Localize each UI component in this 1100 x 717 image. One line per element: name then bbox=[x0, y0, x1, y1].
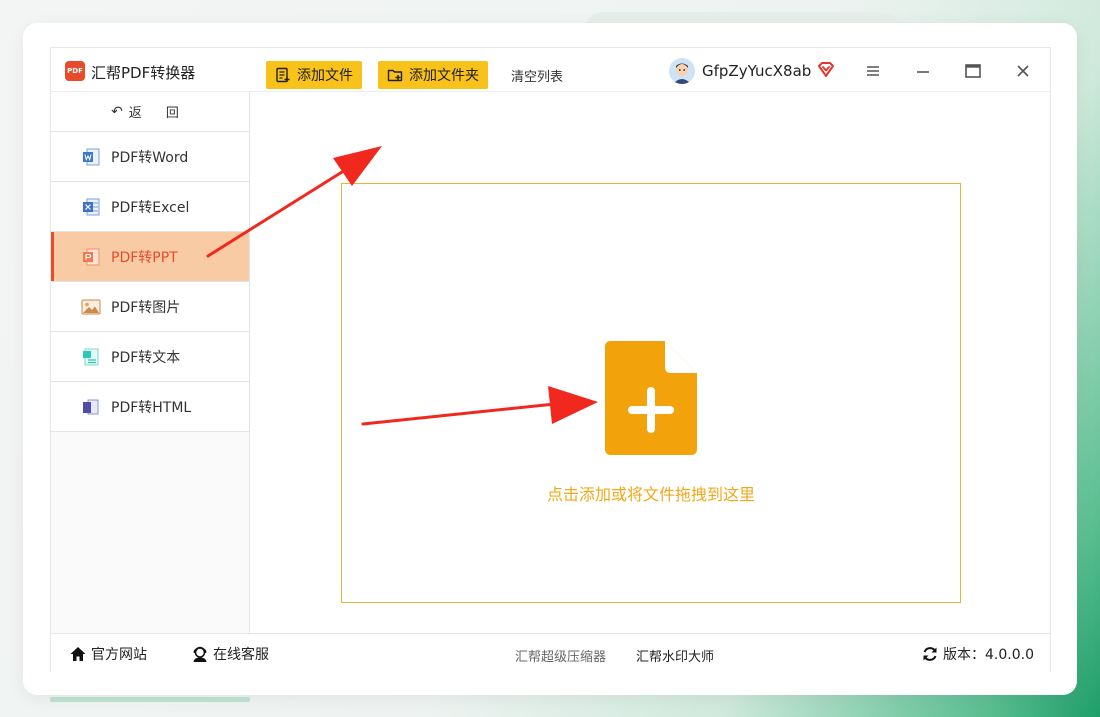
sidebar-item-label: PDF转文本 bbox=[111, 349, 181, 366]
watermark-link[interactable]: 汇帮水印大师 bbox=[636, 646, 714, 665]
version-check[interactable]: 版本：4.0.0.0 bbox=[921, 644, 1034, 664]
word-icon bbox=[83, 148, 100, 165]
add-folder-button[interactable]: 添加文件夹 bbox=[378, 61, 488, 89]
sidebar-item-label: PDF转HTML bbox=[111, 399, 192, 416]
back-label: 返 回 bbox=[128, 106, 189, 121]
app-title: 汇帮PDF转换器 bbox=[91, 64, 196, 82]
file-drop-zone[interactable]: 点击添加或将文件拖拽到这里 bbox=[341, 183, 961, 603]
official-site-link[interactable]: 官方网站 bbox=[69, 644, 147, 664]
app-logo-icon: PDF bbox=[65, 61, 85, 81]
add-folder-icon bbox=[387, 69, 403, 82]
official-site-label: 官方网站 bbox=[91, 647, 147, 663]
sidebar-item-pdf-to-image[interactable]: PDF转图片 bbox=[51, 282, 249, 332]
sidebar-item-label: PDF转Word bbox=[111, 149, 189, 166]
sidebar-item-label: PDF转图片 bbox=[111, 299, 181, 316]
app-window: PDF 汇帮PDF转换器 GfpZyYucX8ab ↶ 返 回 PDF转Word… bbox=[50, 47, 1051, 673]
footer-bar: 官方网站 在线客服 汇帮超级压缩器 汇帮水印大师 版本：4.0.0.0 bbox=[51, 633, 1050, 673]
minimize-icon[interactable] bbox=[912, 60, 934, 82]
online-service-link[interactable]: 在线客服 bbox=[191, 644, 269, 664]
text-file-icon bbox=[83, 348, 99, 365]
compressor-link[interactable]: 汇帮超级压缩器 bbox=[515, 646, 606, 665]
html-icon bbox=[83, 399, 99, 414]
sidebar-item-pdf-to-html[interactable]: PDF转HTML bbox=[51, 382, 249, 432]
home-icon bbox=[70, 647, 86, 661]
add-file-button[interactable]: 添加文件 bbox=[266, 61, 362, 89]
add-folder-label: 添加文件夹 bbox=[409, 68, 479, 84]
clear-list-button[interactable]: 清空列表 bbox=[511, 66, 563, 85]
background-strip bbox=[50, 697, 250, 702]
add-file-icon bbox=[276, 67, 290, 83]
sidebar-item-label: PDF转PPT bbox=[111, 249, 178, 266]
online-service-label: 在线客服 bbox=[213, 647, 269, 663]
vip-diamond-icon[interactable] bbox=[816, 60, 836, 80]
sidebar-item-pdf-to-text[interactable]: PDF转文本 bbox=[51, 332, 249, 382]
add-file-label: 添加文件 bbox=[297, 68, 353, 84]
excel-icon bbox=[83, 198, 100, 215]
refresh-icon bbox=[923, 647, 937, 661]
drop-hint-text: 点击添加或将文件拖拽到这里 bbox=[546, 485, 755, 504]
customer-service-icon bbox=[193, 646, 207, 662]
sidebar-item-label: PDF转Excel bbox=[111, 199, 190, 216]
user-avatar[interactable] bbox=[669, 58, 695, 84]
image-icon bbox=[81, 299, 101, 314]
back-arrow-icon: ↶ bbox=[111, 103, 123, 120]
back-button[interactable]: ↶ 返 回 bbox=[51, 92, 249, 132]
avatar-icon bbox=[669, 58, 695, 84]
sidebar: ↶ 返 回 PDF转Word PDF转Excel PDF转PPT PDF转图片 … bbox=[51, 92, 250, 633]
maximize-icon[interactable] bbox=[962, 60, 984, 82]
sidebar-item-pdf-to-word[interactable]: PDF转Word bbox=[51, 132, 249, 182]
sidebar-item-pdf-to-excel[interactable]: PDF转Excel bbox=[51, 182, 249, 232]
sidebar-item-pdf-to-ppt[interactable]: PDF转PPT bbox=[51, 232, 249, 282]
username[interactable]: GfpZyYucX8ab bbox=[702, 62, 811, 80]
ppt-icon bbox=[83, 248, 100, 265]
close-icon[interactable] bbox=[1012, 60, 1034, 82]
version-label: 版本：4.0.0.0 bbox=[943, 647, 1034, 663]
menu-icon[interactable] bbox=[862, 60, 884, 82]
add-document-icon bbox=[605, 341, 697, 455]
